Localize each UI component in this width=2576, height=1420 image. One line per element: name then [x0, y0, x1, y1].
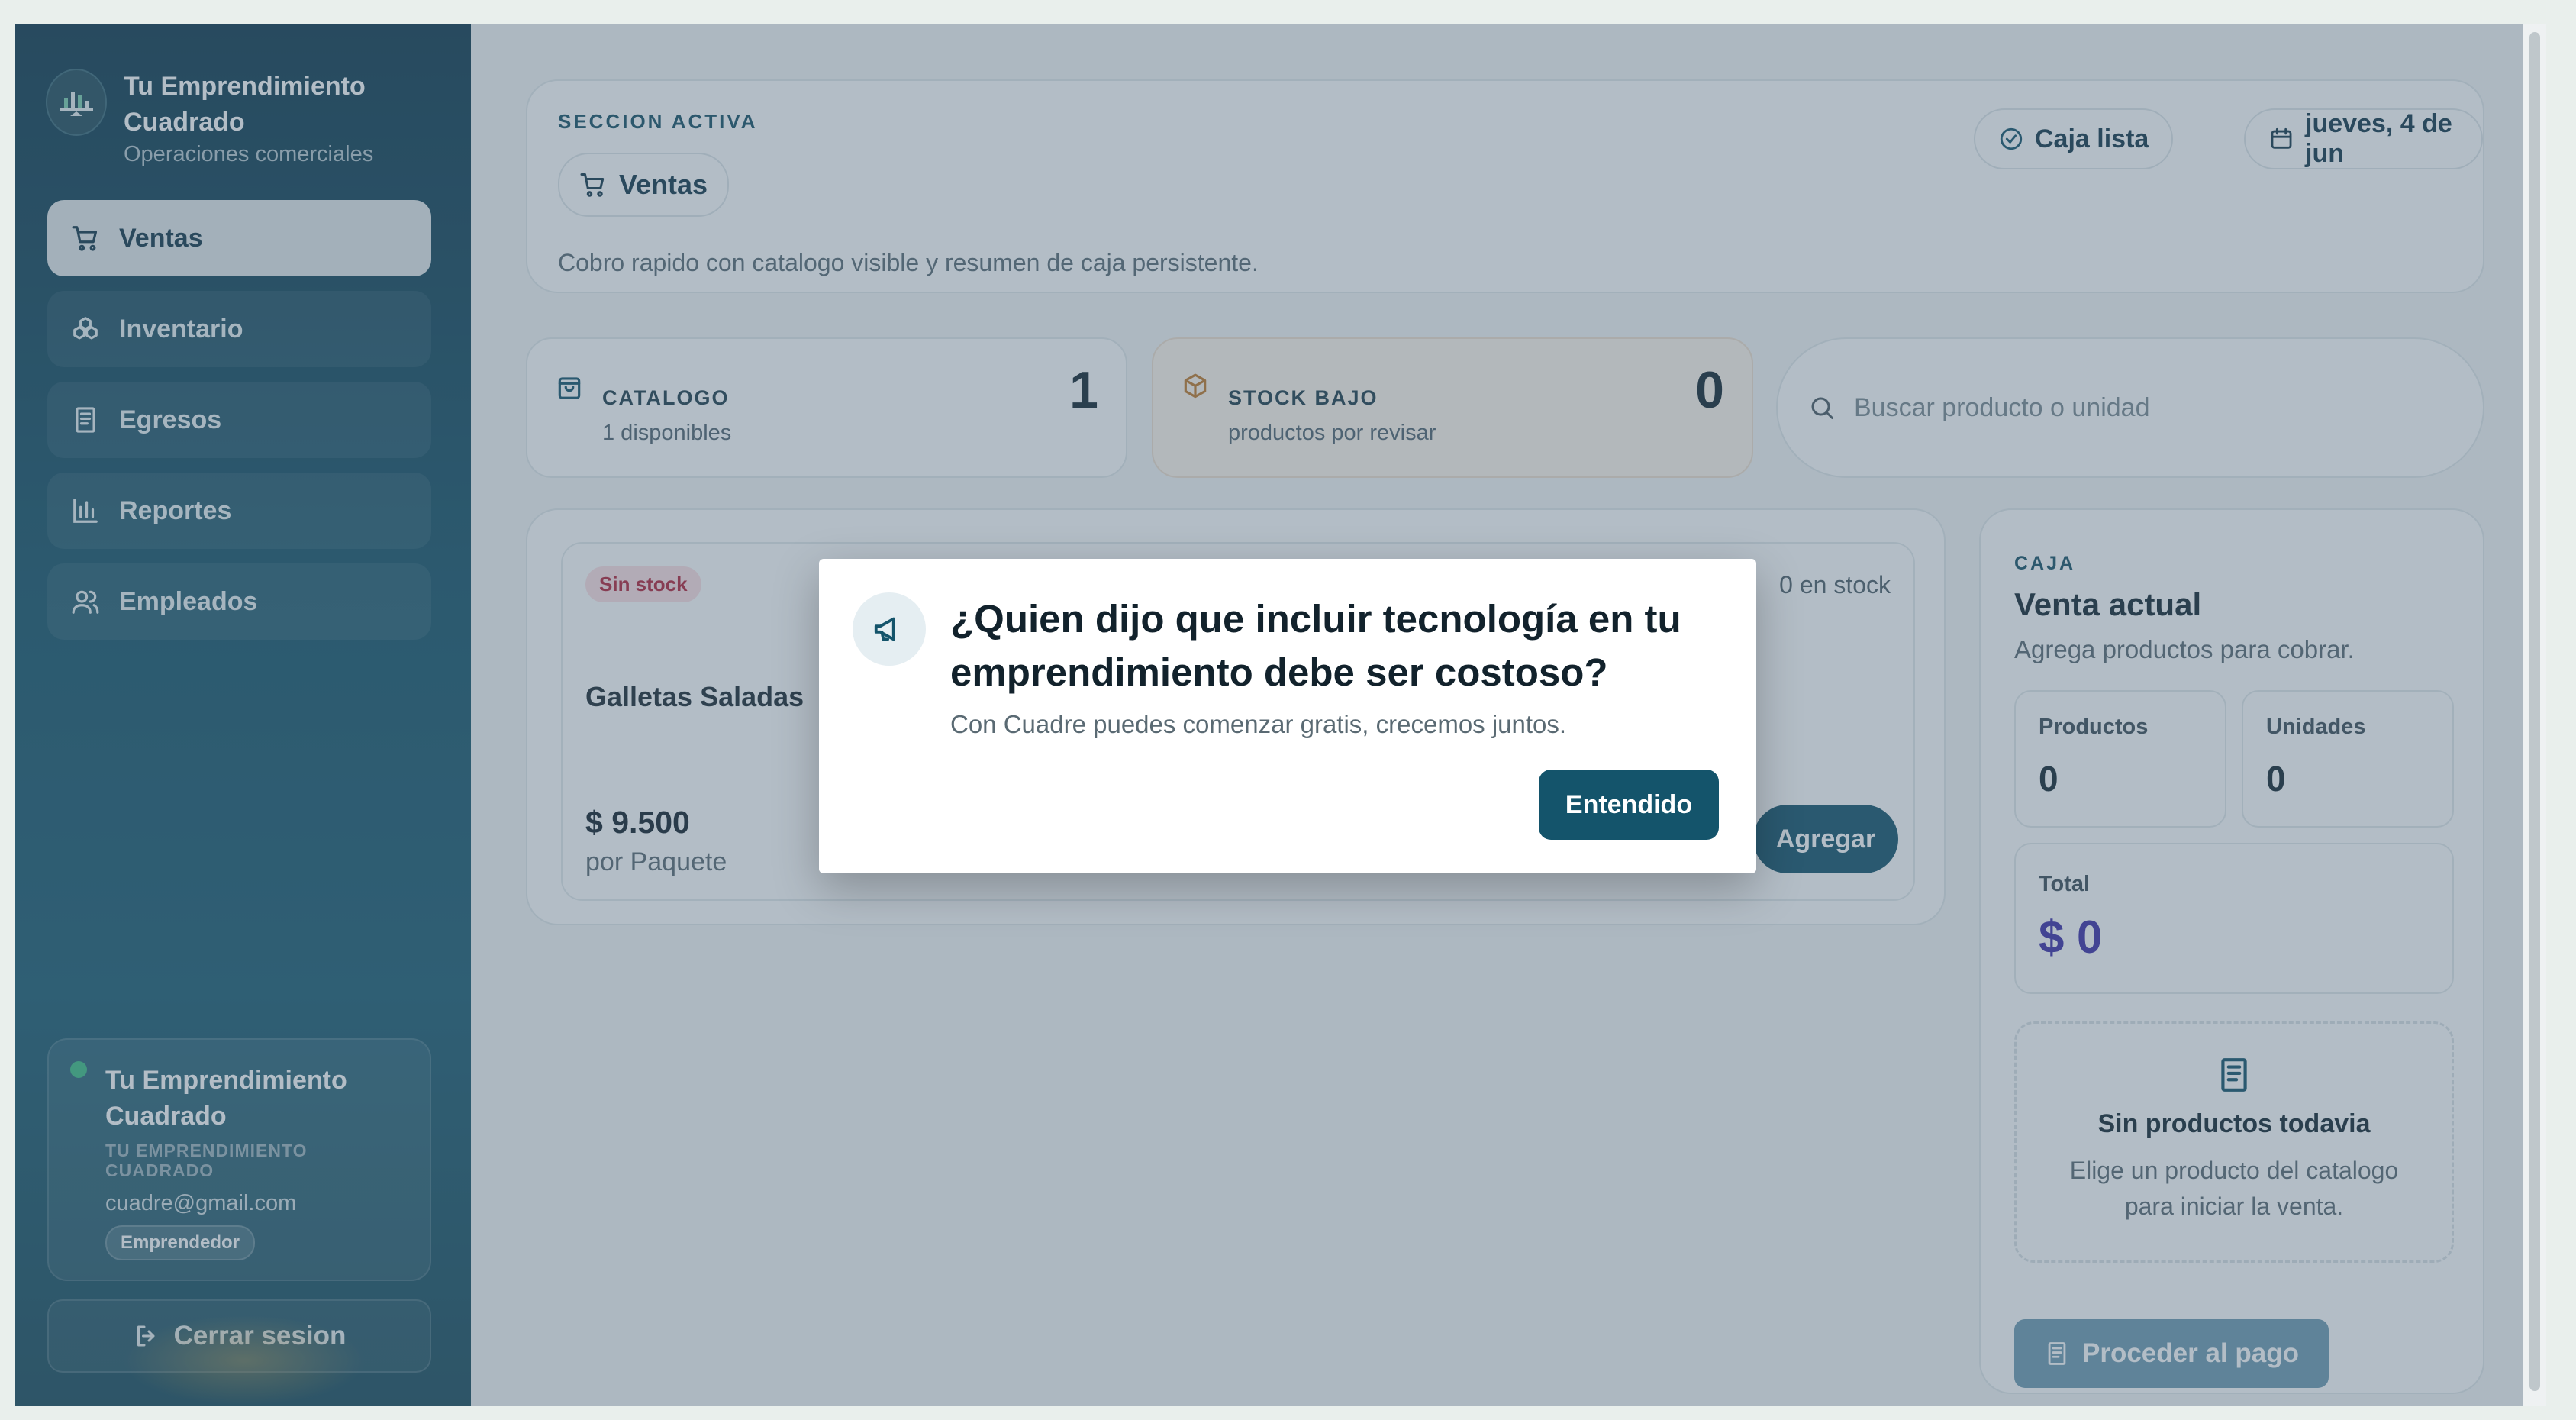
- modal-title: ¿Quien dijo que incluir tecnología en tu…: [950, 597, 1681, 694]
- understood-button[interactable]: Entendido: [1539, 770, 1719, 840]
- megaphone-icon: [853, 592, 926, 666]
- promo-modal: ¿Quien dijo que incluir tecnología en tu…: [819, 559, 1756, 873]
- modal-subtitle: Con Cuadre puedes comenzar gratis, crece…: [950, 710, 1567, 738]
- app-window: Tu Emprendimiento Cuadrado Operaciones c…: [15, 24, 2546, 1406]
- scrollbar-track[interactable]: [2523, 24, 2546, 1406]
- scrollbar-thumb[interactable]: [2529, 32, 2540, 1391]
